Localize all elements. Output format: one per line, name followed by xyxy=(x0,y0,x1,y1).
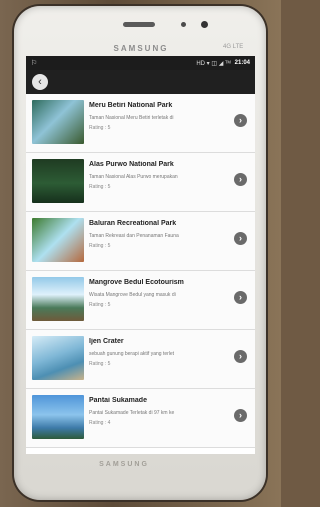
item-rating: Rating : 5 xyxy=(89,184,111,190)
status-bar: ⚐ HD ▾ ◫ ◢ ᵀᴹ 21:04 xyxy=(26,56,255,70)
item-title: Mangrove Bedul Ecotourism xyxy=(89,279,184,286)
item-title: Alas Purwo National Park xyxy=(89,161,174,168)
item-description: Wisata Mangrove Bedul yang masuk di xyxy=(89,292,176,298)
clock: 21:04 xyxy=(234,60,250,66)
item-description: sebuah gunung berapi aktif yang terlet xyxy=(89,351,175,357)
item-rating: Rating : 4 xyxy=(89,420,111,426)
item-rating: Rating : 5 xyxy=(89,243,111,249)
phone-screen: ⚐ HD ▾ ◫ ◢ ᵀᴹ 21:04 ‹ Meru Betiri Nation… xyxy=(26,56,255,454)
app-bar: ‹ xyxy=(26,70,255,94)
item-description: Taman Nasional Alas Purwo merupakan xyxy=(89,174,178,180)
item-rating: Rating : 5 xyxy=(89,125,111,131)
status-indicators: HD ▾ ◫ ◢ ᵀᴹ 21:04 xyxy=(196,60,250,67)
bottom-brand-label: SAMSUNG xyxy=(99,461,149,468)
list-item[interactable]: Pantai Sukamade Pantai Sukamade Terletak… xyxy=(26,389,255,448)
item-title: Pantai Sukamade xyxy=(89,397,147,404)
list-item[interactable]: Meru Betiri National Park Taman Nasional… xyxy=(26,94,255,153)
chevron-right-icon[interactable]: › xyxy=(234,350,247,363)
signal-indicators: HD ▾ ◫ ◢ ᵀᴹ xyxy=(196,61,231,67)
speaker-grille xyxy=(123,22,155,27)
chevron-right-icon[interactable]: › xyxy=(234,291,247,304)
list-item[interactable]: Ijen Crater sebuah gunung berapi aktif y… xyxy=(26,330,255,389)
thumbnail-image xyxy=(32,395,84,439)
item-description: Taman Rekreasi dan Penanaman Fauna xyxy=(89,233,179,239)
list-item[interactable]: Mangrove Bedul Ecotourism Wisata Mangrov… xyxy=(26,271,255,330)
thumbnail-image xyxy=(32,336,84,380)
back-button[interactable]: ‹ xyxy=(32,74,48,90)
chevron-right-icon[interactable]: › xyxy=(234,232,247,245)
item-description: Taman Nasional Meru Betiri terletak di xyxy=(89,115,174,121)
thumbnail-image xyxy=(32,100,84,144)
thumbnail-image xyxy=(32,277,84,321)
list-item[interactable]: Baluran Recreational Park Taman Rekreasi… xyxy=(26,212,255,271)
thumbnail-image xyxy=(32,159,84,203)
chevron-right-icon[interactable]: › xyxy=(234,409,247,422)
item-title: Ijen Crater xyxy=(89,338,124,345)
front-camera xyxy=(201,21,208,28)
item-rating: Rating : 5 xyxy=(89,361,111,367)
park-list[interactable]: Meru Betiri National Park Taman Nasional… xyxy=(26,94,255,448)
proximity-sensor xyxy=(181,22,186,27)
back-arrow-icon: ‹ xyxy=(38,76,42,88)
thumbnail-image xyxy=(32,218,84,262)
item-title: Baluran Recreational Park xyxy=(89,220,177,227)
item-description: Pantai Sukamade Terletak di 97 km ke xyxy=(89,410,175,416)
network-badge: 4G LTE xyxy=(223,44,244,50)
chevron-right-icon[interactable]: › xyxy=(234,114,247,127)
notification-icon: ⚐ xyxy=(31,60,38,67)
item-title: Meru Betiri National Park xyxy=(89,102,173,109)
chevron-right-icon[interactable]: › xyxy=(234,173,247,186)
brand-logo: SAMSUNG xyxy=(113,44,169,53)
list-item[interactable]: Alas Purwo National Park Taman Nasional … xyxy=(26,153,255,212)
item-rating: Rating : 5 xyxy=(89,302,111,308)
